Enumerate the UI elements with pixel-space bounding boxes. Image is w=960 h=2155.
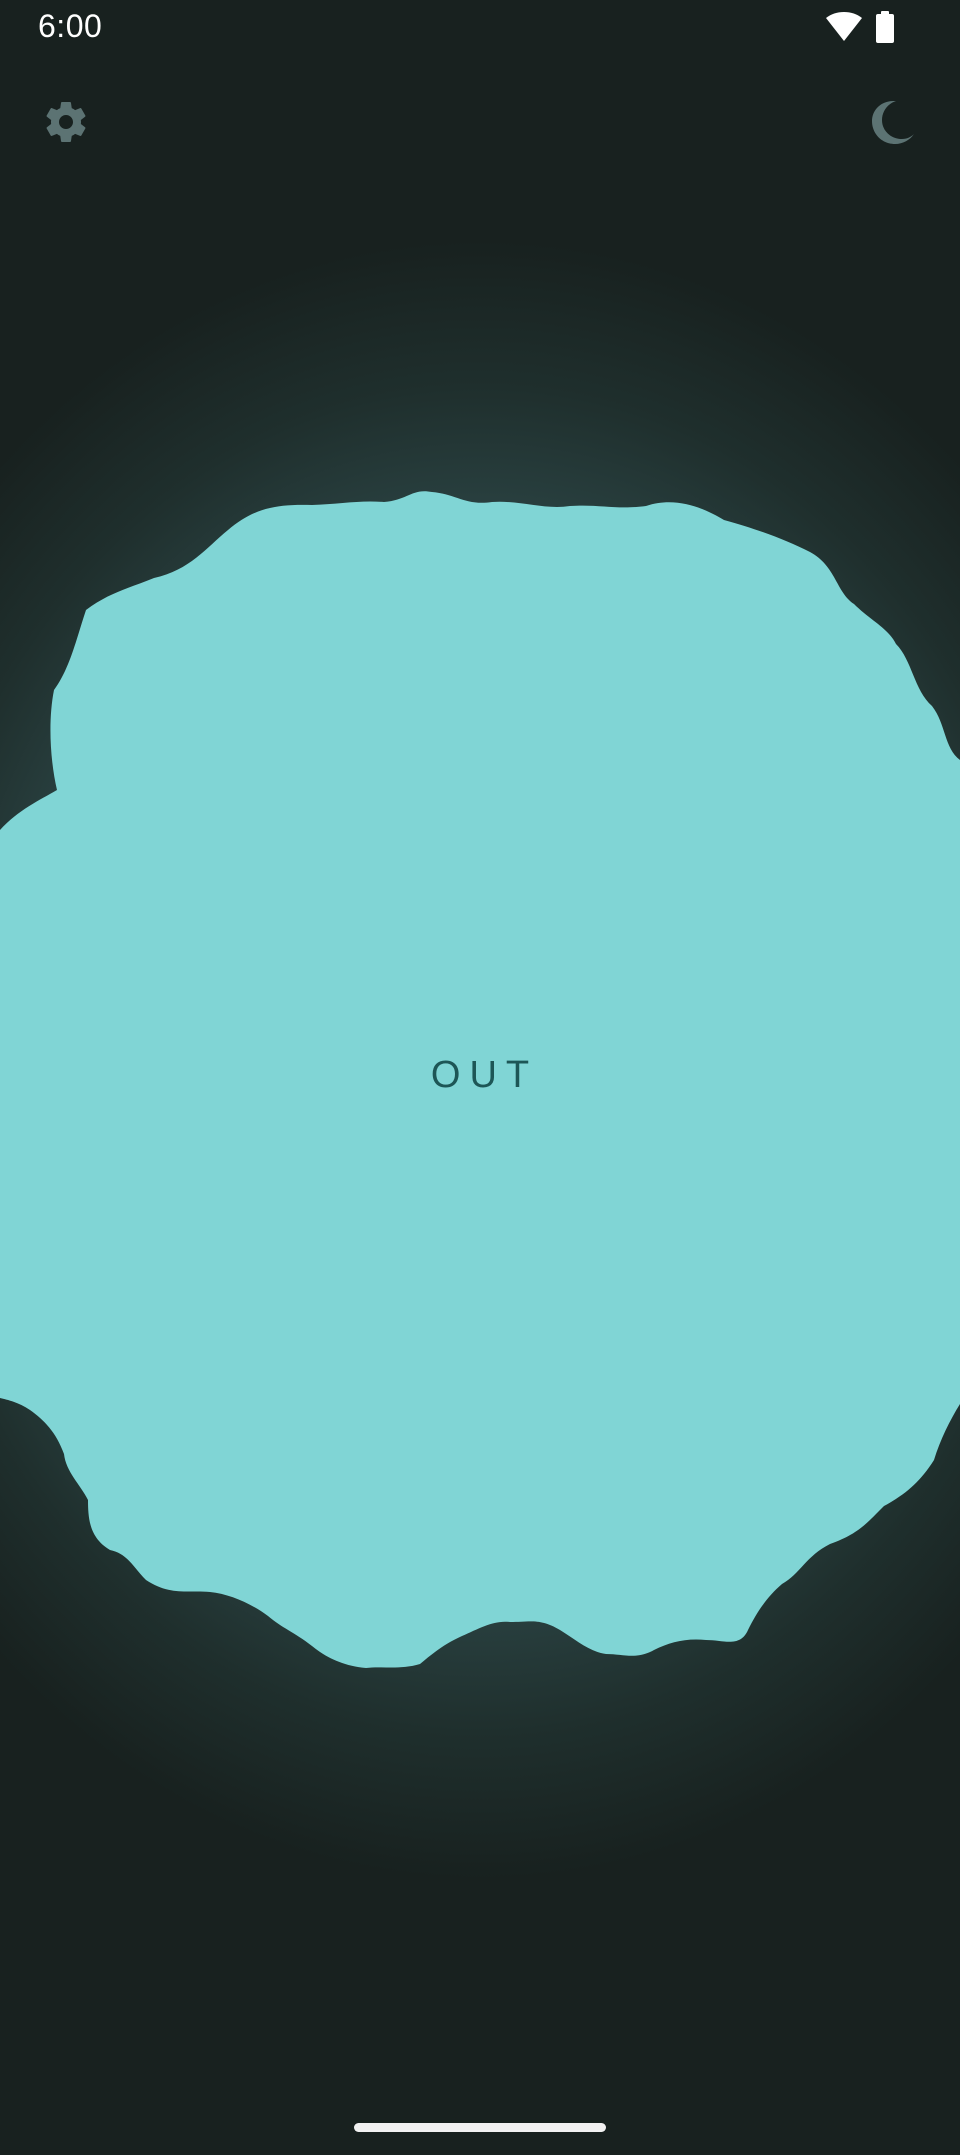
status-bar: 6:00 [0,0,960,56]
dark-mode-button[interactable] [864,92,924,152]
wifi-icon [826,12,862,41]
gear-icon [46,102,86,142]
settings-button[interactable] [36,92,96,152]
home-indicator[interactable] [354,2123,606,2132]
breathing-screen: 6:00 OUT [0,0,960,2155]
status-time: 6:00 [38,8,103,44]
breath-phase-label: OUT [430,1054,539,1096]
moon-icon [872,101,914,144]
battery-icon [876,11,894,43]
